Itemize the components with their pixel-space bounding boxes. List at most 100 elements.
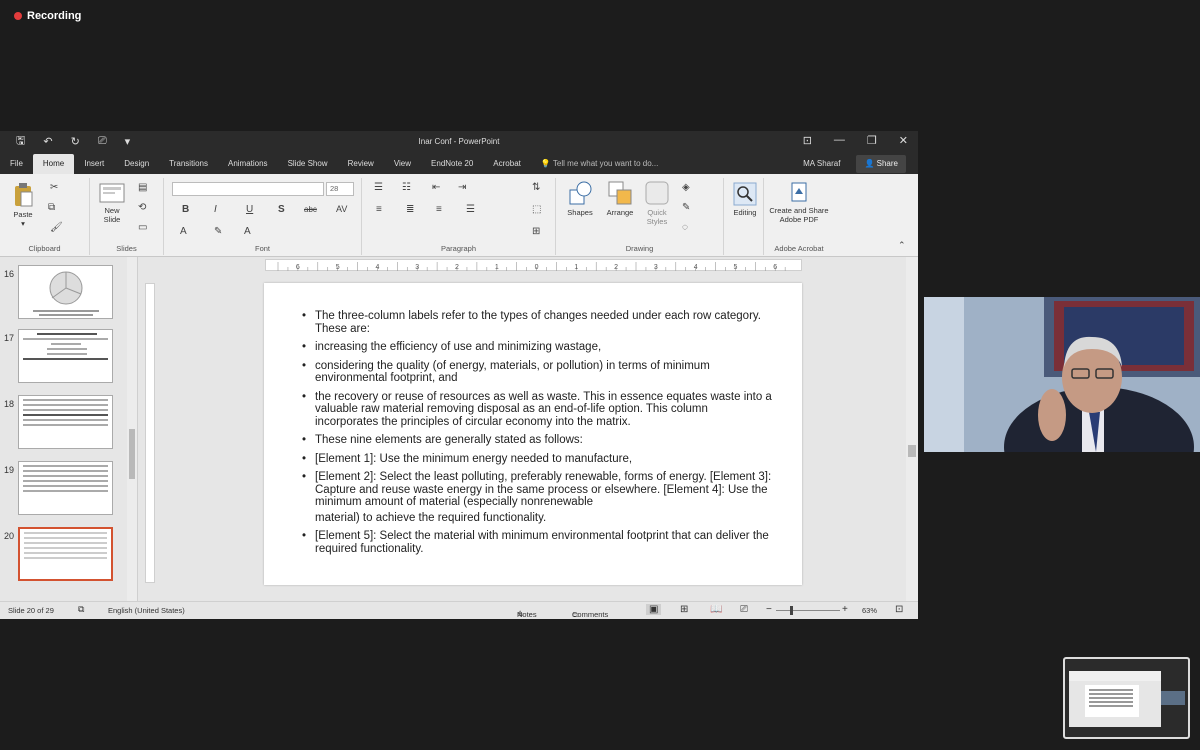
minimize-icon[interactable]: — — [834, 134, 845, 147]
slide-bullet-list[interactable]: The three-column labels refer to the typ… — [302, 310, 772, 561]
user-name[interactable]: MA Sharaf — [803, 154, 840, 174]
bullets-icon[interactable]: ☰ — [374, 182, 383, 193]
increase-indent-icon[interactable]: ⇥ — [458, 182, 466, 193]
paste-button[interactable]: Paste ▾ — [6, 182, 40, 228]
bullet-item[interactable]: [Element 2]: Select the least polluting,… — [302, 471, 772, 509]
cut-icon[interactable]: ✂ — [50, 182, 58, 193]
language-label[interactable]: English (United States) — [108, 606, 185, 615]
customize-icon[interactable]: ▾ — [125, 135, 131, 148]
create-share-pdf-button[interactable]: Create and Share Adobe PDF — [766, 182, 832, 224]
zoom-in-icon[interactable]: + — [842, 604, 848, 615]
redo-icon[interactable]: ↻ — [71, 135, 80, 148]
align-right-icon[interactable]: ≡ — [436, 204, 442, 215]
editor-scrollbar[interactable] — [906, 257, 918, 603]
section-icon[interactable]: ▭ — [138, 222, 147, 233]
collapse-ribbon-icon[interactable]: ⌃ — [898, 240, 906, 251]
bullet-item[interactable]: considering the quality (of energy, mate… — [302, 360, 772, 385]
slide-show-icon[interactable]: ⎚ — [740, 604, 748, 615]
tab-insert[interactable]: Insert — [74, 154, 114, 174]
presenter-icon[interactable]: ⎚ — [98, 135, 107, 148]
share-button[interactable]: 👤 Share — [856, 155, 906, 173]
ribbon-display-icon[interactable]: ⊡ — [803, 134, 812, 147]
bullet-item[interactable]: material) to achieve the required functi… — [302, 512, 772, 525]
decrease-indent-icon[interactable]: ⇤ — [432, 182, 440, 193]
arrange-button[interactable]: Arrange — [602, 180, 638, 217]
shapes-button[interactable]: Shapes — [562, 180, 598, 217]
shape-outline-icon[interactable]: ✎ — [682, 202, 690, 213]
slide-thumbnail-selected[interactable] — [18, 527, 113, 581]
shape-fill-icon[interactable]: ◈ — [682, 182, 690, 193]
screen-share-preview[interactable] — [1063, 657, 1190, 739]
close-icon[interactable]: ✕ — [899, 134, 908, 147]
char-spacing-button[interactable]: AV — [336, 204, 347, 214]
copy-icon[interactable]: ⧉ — [48, 202, 55, 213]
zoom-slider-track[interactable] — [776, 610, 840, 611]
reading-view-icon[interactable]: 📖 — [710, 604, 722, 615]
bold-button[interactable]: B — [182, 204, 189, 215]
thumbnails-scrollbar[interactable] — [127, 257, 137, 603]
tab-home[interactable]: Home — [32, 154, 75, 174]
fit-slide-icon[interactable]: ⊡ — [895, 604, 903, 615]
tab-slide-show[interactable]: Slide Show — [278, 154, 338, 174]
align-left-icon[interactable]: ≡ — [376, 204, 382, 215]
underline-button[interactable]: U — [246, 204, 253, 215]
bullet-item[interactable]: the recovery or reuse of resources as we… — [302, 391, 772, 429]
bullet-item[interactable]: [Element 5]: Select the material with mi… — [302, 530, 772, 555]
tell-me-search[interactable]: 💡 Tell me what you want to do... — [531, 154, 668, 174]
magnifier-icon — [733, 182, 757, 206]
font-color-icon[interactable]: A — [244, 226, 251, 237]
slide-canvas[interactable]: The three-column labels refer to the typ… — [264, 283, 802, 585]
vertical-ruler[interactable] — [145, 283, 155, 583]
justify-icon[interactable]: ☰ — [466, 204, 475, 215]
font-size-field[interactable]: 28 — [326, 182, 354, 196]
numbering-icon[interactable]: ☷ — [402, 182, 411, 193]
spellcheck-icon[interactable]: ⧉ — [78, 604, 84, 615]
slide-thumbnail[interactable] — [18, 265, 113, 319]
layout-icon[interactable]: ▤ — [138, 182, 147, 193]
tab-review[interactable]: Review — [338, 154, 384, 174]
thumbnail-number: 19 — [4, 465, 15, 475]
italic-button[interactable]: I — [214, 204, 217, 215]
scrollbar-thumb[interactable] — [908, 445, 916, 457]
tab-animations[interactable]: Animations — [218, 154, 278, 174]
bullet-item[interactable]: [Element 1]: Use the minimum energy need… — [302, 453, 772, 466]
text-direction-icon[interactable]: ⇅ — [532, 182, 540, 193]
zoom-out-icon[interactable]: − — [766, 604, 772, 615]
align-text-icon[interactable]: ⬚ — [532, 204, 541, 215]
slide-sorter-icon[interactable]: ⊞ — [680, 604, 688, 615]
reset-icon[interactable]: ⟲ — [138, 202, 146, 213]
slide-thumbnail[interactable] — [18, 329, 113, 383]
bullet-item[interactable]: increasing the efficiency of use and min… — [302, 341, 772, 354]
tab-acrobat[interactable]: Acrobat — [483, 154, 531, 174]
new-slide-button[interactable]: New Slide — [96, 182, 128, 224]
font-name-field[interactable] — [172, 182, 324, 196]
restore-icon[interactable]: ❐ — [867, 134, 877, 147]
strikethrough-button[interactable]: abc — [304, 205, 317, 214]
quick-styles-button[interactable]: Quick Styles — [640, 180, 674, 226]
zoom-level[interactable]: 63% — [862, 606, 877, 615]
slide-thumbnail[interactable] — [18, 461, 113, 515]
slide-thumbnail[interactable] — [18, 395, 113, 449]
tab-transitions[interactable]: Transitions — [159, 154, 218, 174]
bullet-item[interactable]: These nine elements are generally stated… — [302, 434, 772, 447]
editing-button[interactable]: Editing — [728, 182, 762, 217]
tab-endnote[interactable]: EndNote 20 — [421, 154, 483, 174]
format-painter-icon[interactable]: 🖌 — [50, 222, 63, 233]
shape-effects-icon[interactable]: ◌ — [682, 222, 688, 233]
tab-design[interactable]: Design — [114, 154, 159, 174]
zoom-slider-thumb[interactable] — [790, 606, 793, 615]
undo-icon[interactable]: ↶ — [43, 135, 52, 148]
save-icon[interactable]: 🖫 — [16, 132, 25, 151]
tab-view[interactable]: View — [384, 154, 421, 174]
normal-view-icon[interactable]: ▣ — [646, 604, 662, 615]
shadow-button[interactable]: S — [278, 204, 285, 215]
smartart-icon[interactable]: ⊞ — [532, 226, 540, 237]
highlight-icon[interactable]: ✎ — [214, 226, 222, 237]
horizontal-ruler[interactable]: 6 5 4 3 2 1 0 1 2 3 4 5 6 — [265, 259, 802, 271]
scrollbar-thumb[interactable] — [129, 429, 135, 479]
change-case-icon[interactable]: A — [180, 226, 187, 237]
align-center-icon[interactable]: ≣ — [406, 204, 414, 215]
tab-file[interactable]: File — [0, 154, 33, 174]
bullet-item[interactable]: The three-column labels refer to the typ… — [302, 310, 772, 335]
paste-dropdown-icon[interactable]: ▾ — [6, 219, 40, 228]
